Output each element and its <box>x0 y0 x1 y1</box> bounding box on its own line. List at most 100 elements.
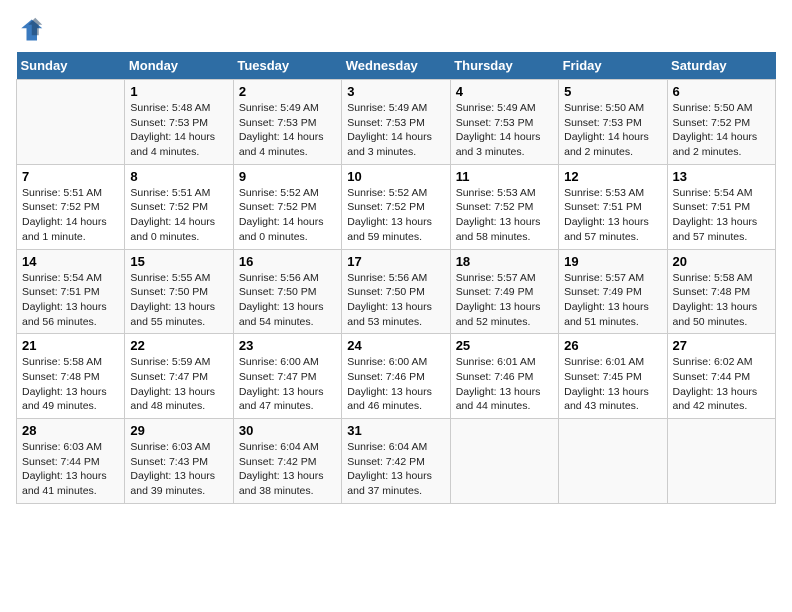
day-number: 23 <box>239 338 336 353</box>
day-number: 7 <box>22 169 119 184</box>
day-info: Sunrise: 5:49 AM Sunset: 7:53 PM Dayligh… <box>239 101 336 160</box>
calendar-cell: 3 Sunrise: 5:49 AM Sunset: 7:53 PM Daylig… <box>342 80 450 165</box>
day-info: Sunrise: 5:58 AM Sunset: 7:48 PM Dayligh… <box>673 271 770 330</box>
calendar-week-row: 28 Sunrise: 6:03 AM Sunset: 7:44 PM Dayli… <box>17 419 776 504</box>
calendar-cell: 12 Sunrise: 5:53 AM Sunset: 7:51 PM Dayli… <box>559 164 667 249</box>
calendar-cell: 8Sunrise: 5:51 AM Sunset: 7:52 PM Daylig… <box>125 164 233 249</box>
day-info: Sunrise: 5:50 AM Sunset: 7:52 PM Dayligh… <box>673 101 770 160</box>
day-info: Sunrise: 6:03 AM Sunset: 7:44 PM Dayligh… <box>22 440 119 499</box>
calendar-cell: 28 Sunrise: 6:03 AM Sunset: 7:44 PM Dayli… <box>17 419 125 504</box>
calendar-cell <box>450 419 558 504</box>
day-info: Sunrise: 5:59 AM Sunset: 7:47 PM Dayligh… <box>130 355 227 414</box>
day-info: Sunrise: 5:49 AM Sunset: 7:53 PM Dayligh… <box>347 101 444 160</box>
day-number: 2 <box>239 84 336 99</box>
day-number: 30 <box>239 423 336 438</box>
day-number: 13 <box>673 169 770 184</box>
calendar-cell: 25Sunrise: 6:01 AM Sunset: 7:46 PM Dayli… <box>450 334 558 419</box>
day-info: Sunrise: 5:49 AM Sunset: 7:53 PM Dayligh… <box>456 101 553 160</box>
calendar-cell: 16Sunrise: 5:56 AM Sunset: 7:50 PM Dayli… <box>233 249 341 334</box>
day-number: 26 <box>564 338 661 353</box>
header-cell-wednesday: Wednesday <box>342 52 450 80</box>
calendar-cell: 29Sunrise: 6:03 AM Sunset: 7:43 PM Dayli… <box>125 419 233 504</box>
day-number: 19 <box>564 254 661 269</box>
calendar-cell <box>17 80 125 165</box>
day-info: Sunrise: 5:51 AM Sunset: 7:52 PM Dayligh… <box>22 186 119 245</box>
header-cell-saturday: Saturday <box>667 52 775 80</box>
calendar-cell: 17 Sunrise: 5:56 AM Sunset: 7:50 PM Dayli… <box>342 249 450 334</box>
day-number: 28 <box>22 423 119 438</box>
calendar-cell <box>559 419 667 504</box>
day-number: 14 <box>22 254 119 269</box>
calendar-cell: 13 Sunrise: 5:54 AM Sunset: 7:51 PM Dayli… <box>667 164 775 249</box>
calendar-cell: 30 Sunrise: 6:04 AM Sunset: 7:42 PM Dayli… <box>233 419 341 504</box>
day-info: Sunrise: 6:01 AM Sunset: 7:46 PM Dayligh… <box>456 355 553 414</box>
calendar-cell: 18 Sunrise: 5:57 AM Sunset: 7:49 PM Dayli… <box>450 249 558 334</box>
day-number: 20 <box>673 254 770 269</box>
calendar-cell <box>667 419 775 504</box>
day-number: 5 <box>564 84 661 99</box>
day-info: Sunrise: 5:56 AM Sunset: 7:50 PM Dayligh… <box>347 271 444 330</box>
calendar-cell: 19Sunrise: 5:57 AM Sunset: 7:49 PM Dayli… <box>559 249 667 334</box>
calendar-cell: 15 Sunrise: 5:55 AM Sunset: 7:50 PM Dayli… <box>125 249 233 334</box>
day-info: Sunrise: 5:52 AM Sunset: 7:52 PM Dayligh… <box>239 186 336 245</box>
calendar-cell: 6 Sunrise: 5:50 AM Sunset: 7:52 PM Daylig… <box>667 80 775 165</box>
day-info: Sunrise: 5:55 AM Sunset: 7:50 PM Dayligh… <box>130 271 227 330</box>
day-number: 6 <box>673 84 770 99</box>
day-info: Sunrise: 5:54 AM Sunset: 7:51 PM Dayligh… <box>22 271 119 330</box>
day-info: Sunrise: 6:00 AM Sunset: 7:47 PM Dayligh… <box>239 355 336 414</box>
day-number: 10 <box>347 169 444 184</box>
day-number: 27 <box>673 338 770 353</box>
calendar-cell: 14 Sunrise: 5:54 AM Sunset: 7:51 PM Dayli… <box>17 249 125 334</box>
calendar-cell: 20 Sunrise: 5:58 AM Sunset: 7:48 PM Dayli… <box>667 249 775 334</box>
header-cell-tuesday: Tuesday <box>233 52 341 80</box>
day-info: Sunrise: 5:54 AM Sunset: 7:51 PM Dayligh… <box>673 186 770 245</box>
day-info: Sunrise: 6:00 AM Sunset: 7:46 PM Dayligh… <box>347 355 444 414</box>
day-info: Sunrise: 6:01 AM Sunset: 7:45 PM Dayligh… <box>564 355 661 414</box>
calendar-cell: 24Sunrise: 6:00 AM Sunset: 7:46 PM Dayli… <box>342 334 450 419</box>
day-info: Sunrise: 5:53 AM Sunset: 7:51 PM Dayligh… <box>564 186 661 245</box>
day-number: 3 <box>347 84 444 99</box>
day-info: Sunrise: 5:57 AM Sunset: 7:49 PM Dayligh… <box>456 271 553 330</box>
logo-icon <box>16 16 44 44</box>
day-number: 29 <box>130 423 227 438</box>
header-cell-friday: Friday <box>559 52 667 80</box>
header-cell-thursday: Thursday <box>450 52 558 80</box>
calendar-cell: 1 Sunrise: 5:48 AM Sunset: 7:53 PM Daylig… <box>125 80 233 165</box>
day-number: 15 <box>130 254 227 269</box>
calendar-cell: 22 Sunrise: 5:59 AM Sunset: 7:47 PM Dayli… <box>125 334 233 419</box>
day-info: Sunrise: 5:48 AM Sunset: 7:53 PM Dayligh… <box>130 101 227 160</box>
calendar-cell: 27Sunrise: 6:02 AM Sunset: 7:44 PM Dayli… <box>667 334 775 419</box>
day-info: Sunrise: 5:58 AM Sunset: 7:48 PM Dayligh… <box>22 355 119 414</box>
day-info: Sunrise: 5:53 AM Sunset: 7:52 PM Dayligh… <box>456 186 553 245</box>
day-number: 1 <box>130 84 227 99</box>
day-number: 17 <box>347 254 444 269</box>
day-number: 4 <box>456 84 553 99</box>
calendar-week-row: 21 Sunrise: 5:58 AM Sunset: 7:48 PM Dayli… <box>17 334 776 419</box>
day-number: 31 <box>347 423 444 438</box>
calendar-cell: 5 Sunrise: 5:50 AM Sunset: 7:53 PM Daylig… <box>559 80 667 165</box>
day-number: 18 <box>456 254 553 269</box>
calendar-cell: 2 Sunrise: 5:49 AM Sunset: 7:53 PM Daylig… <box>233 80 341 165</box>
calendar-cell: 4 Sunrise: 5:49 AM Sunset: 7:53 PM Daylig… <box>450 80 558 165</box>
day-number: 12 <box>564 169 661 184</box>
calendar-week-row: 1 Sunrise: 5:48 AM Sunset: 7:53 PM Daylig… <box>17 80 776 165</box>
calendar-cell: 21 Sunrise: 5:58 AM Sunset: 7:48 PM Dayli… <box>17 334 125 419</box>
day-info: Sunrise: 5:52 AM Sunset: 7:52 PM Dayligh… <box>347 186 444 245</box>
day-number: 22 <box>130 338 227 353</box>
day-number: 16 <box>239 254 336 269</box>
calendar-cell: 31 Sunrise: 6:04 AM Sunset: 7:42 PM Dayli… <box>342 419 450 504</box>
day-info: Sunrise: 6:04 AM Sunset: 7:42 PM Dayligh… <box>239 440 336 499</box>
calendar-week-row: 14 Sunrise: 5:54 AM Sunset: 7:51 PM Dayli… <box>17 249 776 334</box>
calendar-cell: 11Sunrise: 5:53 AM Sunset: 7:52 PM Dayli… <box>450 164 558 249</box>
header <box>16 16 776 44</box>
day-number: 9 <box>239 169 336 184</box>
header-cell-monday: Monday <box>125 52 233 80</box>
day-info: Sunrise: 6:04 AM Sunset: 7:42 PM Dayligh… <box>347 440 444 499</box>
calendar-table: SundayMondayTuesdayWednesdayThursdayFrid… <box>16 52 776 504</box>
day-number: 8 <box>130 169 227 184</box>
day-number: 21 <box>22 338 119 353</box>
calendar-cell: 23 Sunrise: 6:00 AM Sunset: 7:47 PM Dayli… <box>233 334 341 419</box>
calendar-cell: 10 Sunrise: 5:52 AM Sunset: 7:52 PM Dayli… <box>342 164 450 249</box>
logo <box>16 16 48 44</box>
day-info: Sunrise: 5:50 AM Sunset: 7:53 PM Dayligh… <box>564 101 661 160</box>
